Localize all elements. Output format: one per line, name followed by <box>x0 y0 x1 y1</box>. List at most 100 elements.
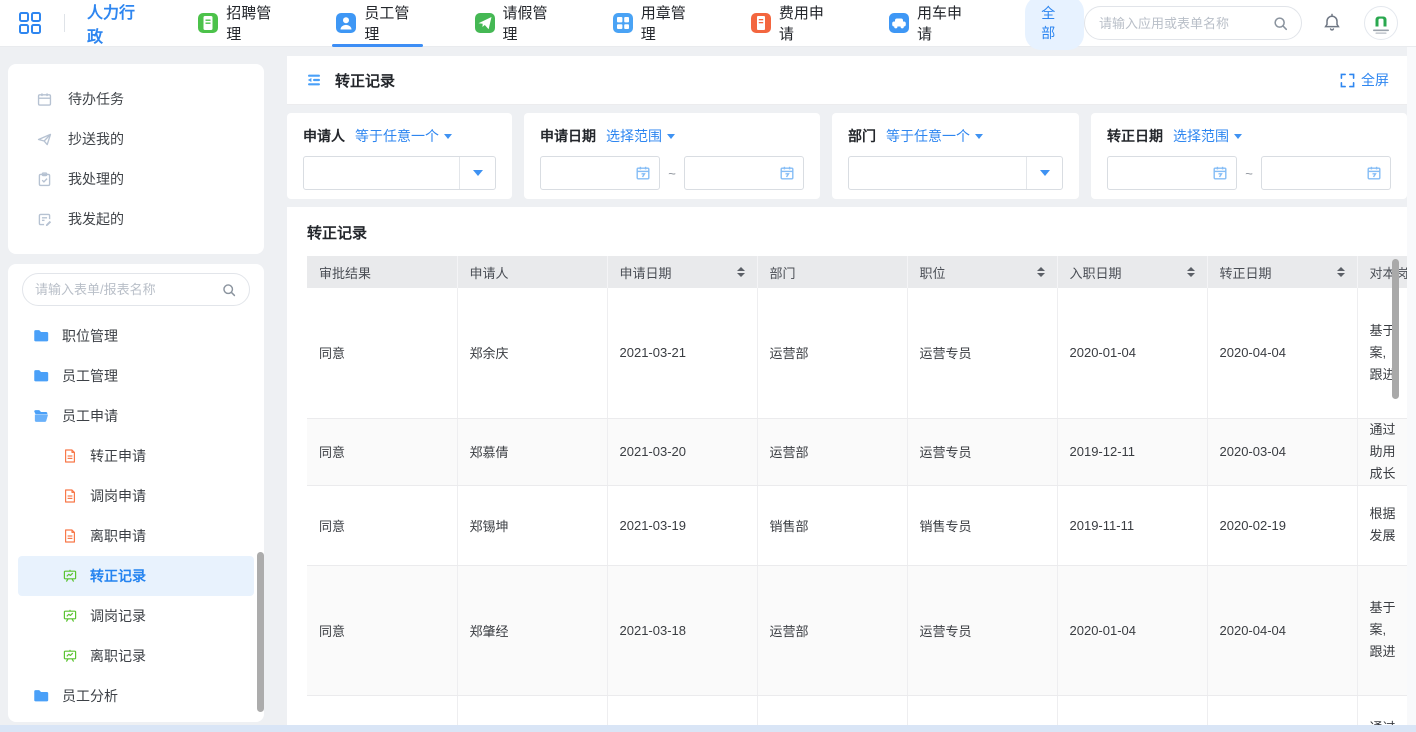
chevron-down-icon <box>473 170 483 176</box>
tree-folder-position-mgmt[interactable]: 职位管理 <box>18 316 254 356</box>
folder-open-icon <box>32 407 50 425</box>
sidebar-item-handled-by-me[interactable]: 我处理的 <box>8 159 264 199</box>
menu-fold-icon[interactable] <box>305 71 323 89</box>
col-header-approval-result[interactable]: 审批结果 <box>307 256 457 288</box>
tree-item-resignation-apply[interactable]: 离职申请 <box>18 516 254 556</box>
table-row[interactable]: 同意 郑余庆 2021-03-21 运营部 运营专员 2020-01-04 20… <box>307 288 1407 418</box>
cell-department: 运营部 <box>757 565 907 695</box>
cell-position: 销售专员 <box>907 485 1057 565</box>
table-row[interactable]: 同意 郑肇经 2021-03-18 运营部 运营专员 2020-01-04 20… <box>307 565 1407 695</box>
sidebar-item-todo-tasks[interactable]: 待办任务 <box>8 79 264 119</box>
horizontal-scrollbar[interactable] <box>0 725 1416 732</box>
sidebar-item-initiated-by-me[interactable]: 我发起的 <box>8 199 264 239</box>
table-row[interactable]: 同意 郑锡坤 2021-03-19 销售部 销售专员 2019-11-11 20… <box>307 485 1407 565</box>
department-select-value <box>849 157 1026 189</box>
app-search-input[interactable] <box>1099 16 1272 31</box>
nav-item-label: 请假管理 <box>503 2 557 44</box>
page-header: 转正记录 全屏 <box>287 56 1407 105</box>
cell-result: 同意 <box>307 565 457 695</box>
apply-date-end-input[interactable] <box>684 156 804 190</box>
department-select[interactable] <box>848 156 1063 190</box>
col-header-applicant[interactable]: 申请人 <box>457 256 607 288</box>
filter-label: 申请日期 <box>540 126 596 146</box>
main-area: 转正记录 全屏 申请人 等于任意一个 <box>287 47 1407 725</box>
sort-icon[interactable] <box>1187 267 1195 277</box>
sort-icon[interactable] <box>737 267 745 277</box>
table-scrollbar[interactable] <box>1392 259 1399 399</box>
app-search-box <box>1084 6 1302 40</box>
regular-date-end-input[interactable] <box>1261 156 1391 190</box>
company-logo[interactable] <box>1364 6 1398 40</box>
seal-app-icon <box>613 13 633 33</box>
search-icon[interactable] <box>1272 15 1289 32</box>
nav-item-vehicle[interactable]: 用车申请 <box>889 0 971 47</box>
col-header-apply-date[interactable]: 申请日期 <box>607 256 757 288</box>
table-title: 转正记录 <box>307 222 1407 243</box>
sort-icon[interactable] <box>1337 267 1345 277</box>
sidebar-item-cc-to-me[interactable]: 抄送我的 <box>8 119 264 159</box>
tree-item-regularization-apply[interactable]: 转正申请 <box>18 436 254 476</box>
workspace-title[interactable]: 人力行政 <box>87 0 148 47</box>
col-header-comment[interactable]: 对本岗 <box>1357 256 1407 288</box>
calendar-icon <box>1212 165 1228 181</box>
nav-item-seal[interactable]: 用章管理 <box>613 0 695 47</box>
leave-app-icon <box>475 13 495 33</box>
applicant-select-value <box>304 157 459 189</box>
filter-apply-date: 申请日期 选择范围 ~ <box>524 113 820 199</box>
range-separator: ~ <box>1245 166 1253 181</box>
cell-apply-date: 2021-03-17 <box>607 695 757 725</box>
notification-bell-icon[interactable] <box>1322 13 1342 33</box>
nav-item-leave[interactable]: 请假管理 <box>475 0 557 47</box>
col-header-position[interactable]: 职位 <box>907 256 1057 288</box>
select-caret-button[interactable] <box>1026 157 1062 189</box>
table-header-row: 审批结果 申请人 申请日期 部门 职位 入职日期 转正日期 对本岗 <box>307 256 1407 288</box>
form-search-input[interactable] <box>35 282 221 297</box>
select-caret-button[interactable] <box>459 157 495 189</box>
search-icon[interactable] <box>221 282 237 298</box>
col-header-entry-date[interactable]: 入职日期 <box>1057 256 1207 288</box>
range-separator: ~ <box>668 166 676 181</box>
tree-item-label: 调岗记录 <box>90 606 146 626</box>
col-header-department[interactable]: 部门 <box>757 256 907 288</box>
all-apps-button[interactable]: 全部 <box>1025 0 1084 50</box>
sort-icon[interactable] <box>1037 267 1045 277</box>
filter-operator-dropdown[interactable]: 等于任意一个 <box>355 126 452 146</box>
filter-applicant: 申请人 等于任意一个 <box>287 113 512 199</box>
nav-item-recruit[interactable]: 招聘管理 <box>198 0 280 47</box>
cell-department: 运营部 <box>757 288 907 418</box>
tree-item-resignation-records[interactable]: 离职记录 <box>18 636 254 676</box>
chevron-down-icon <box>444 134 452 139</box>
page-scrollbar-track[interactable] <box>1407 47 1416 725</box>
filter-operator-dropdown[interactable]: 选择范围 <box>1173 126 1242 146</box>
cell-position: 运营专员 <box>907 288 1057 418</box>
tree-item-label: 员工管理 <box>62 366 118 386</box>
cell-apply-date: 2021-03-18 <box>607 565 757 695</box>
calendar-icon <box>1366 165 1382 181</box>
tree-folder-employee-mgmt[interactable]: 员工管理 <box>18 356 254 396</box>
tree-folder-employee-apply[interactable]: 员工申请 <box>18 396 254 436</box>
fullscreen-button[interactable]: 全屏 <box>1340 70 1389 90</box>
col-header-regular-date[interactable]: 转正日期 <box>1207 256 1357 288</box>
tree-folder-employee-analysis[interactable]: 员工分析 <box>18 676 254 716</box>
sidebar: 待办任务 抄送我的 我处理的 我发起的 <box>0 47 280 725</box>
sidebar-scrollbar[interactable] <box>257 552 264 712</box>
top-navbar: 人力行政 招聘管理 员工管理 请假管理 <box>0 0 1416 47</box>
table-row[interactable]: 同意 郑洪业 2021-03-17 运营部 运营专员 2019-12-11 20… <box>307 695 1407 725</box>
apps-grid-icon[interactable] <box>18 11 42 35</box>
tree-item-regularization-records[interactable]: 转正记录 <box>18 556 254 596</box>
nav-item-employee[interactable]: 员工管理 <box>336 0 418 47</box>
filter-operator-dropdown[interactable]: 等于任意一个 <box>886 126 983 146</box>
tree-item-transfer-records[interactable]: 调岗记录 <box>18 596 254 636</box>
regular-date-start-input[interactable] <box>1107 156 1237 190</box>
tree-item-label: 职位管理 <box>62 326 118 346</box>
tree-item-transfer-apply[interactable]: 调岗申请 <box>18 476 254 516</box>
form-icon <box>62 488 78 504</box>
apply-date-start-input[interactable] <box>540 156 660 190</box>
report-icon <box>62 648 78 664</box>
chevron-down-icon <box>1040 170 1050 176</box>
cell-entry-date: 2019-12-11 <box>1057 695 1207 725</box>
table-row[interactable]: 同意 郑慕倩 2021-03-20 运营部 运营专员 2019-12-11 20… <box>307 418 1407 485</box>
applicant-select[interactable] <box>303 156 496 190</box>
nav-item-expense[interactable]: 费用申请 <box>751 0 833 47</box>
filter-operator-dropdown[interactable]: 选择范围 <box>606 126 675 146</box>
